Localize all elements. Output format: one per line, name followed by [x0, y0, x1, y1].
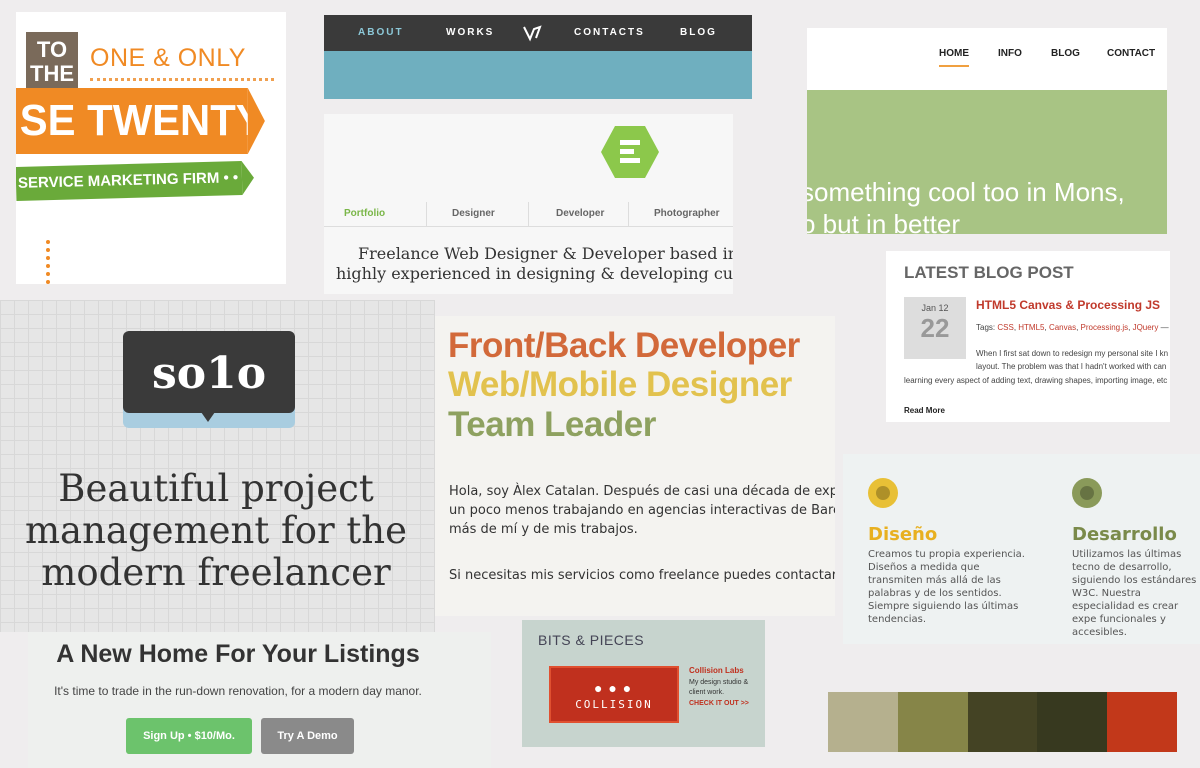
development-circle-icon [1072, 478, 1102, 508]
hero-headline: Beautiful project management for the mod… [6, 468, 426, 594]
excerpt-line-1: When I first sat down to redesign my per… [976, 349, 1169, 358]
bio-paragraph: Hola, soy Àlex Catalan. Después de casi … [449, 482, 835, 539]
nav-works[interactable]: WORKS [446, 27, 494, 38]
one-and-only-text: ONE & ONLY [90, 44, 246, 72]
section-heading: LATEST BLOG POST [904, 263, 1074, 282]
development-heading: Desarrollo [1072, 524, 1177, 545]
hexagon-logo-icon [601, 126, 659, 178]
bio-line-1: Hola, soy Àlex Catalan. Después de casi … [449, 484, 835, 499]
date-month: Jan 12 [921, 303, 949, 313]
active-nav-underline [939, 65, 969, 67]
listings-signup-tile: A New Home For Your Listings It's time t… [28, 632, 491, 768]
tag-link[interactable]: Canvas [1049, 323, 1076, 332]
date-badge: Jan 12 22 [904, 297, 966, 359]
dots-icon: ● ● ● [594, 680, 633, 696]
portfolio-tabs-tile: Portfolio Designer Developer Photographe… [324, 114, 733, 294]
development-text: Utilizamos las últimas tecno de desarrol… [1072, 549, 1197, 638]
solo-logo: so1o [151, 348, 267, 399]
listings-heading: A New Home For Your Listings [56, 640, 420, 668]
excerpt-line-2: layout. The problem was that I hadn't wo… [976, 362, 1167, 371]
tag-link[interactable]: HTML5 [1018, 323, 1044, 332]
developer-profile-tile: Front/Back Developer Web/Mobile Designer… [435, 316, 835, 616]
latest-blog-post-tile: LATEST BLOG POST Jan 12 22 HTML5 Canvas … [886, 251, 1170, 422]
collision-banner[interactable]: ● ● ● COLLISION [549, 666, 679, 723]
hero-text: something cool too in Mons, o but in bet… [807, 176, 1125, 234]
white-nav-bar: HOME INFO BLOG CONTACT [807, 28, 1167, 90]
service-marketing-ribbon: SERVICE MARKETING FIRM • • • [16, 161, 248, 201]
bio-line-2: un poco menos trabajando en agencias int… [449, 503, 835, 518]
palette-swatch [828, 692, 898, 752]
services-tile: Diseño Creamos tu propia experiencia. Di… [843, 454, 1200, 644]
card-description: My design studio & client work. [689, 679, 749, 696]
hero-line-2: o but in better [807, 209, 960, 234]
headline-line-1: Beautiful project [58, 467, 374, 510]
excerpt-line-3: learning every aspect of adding text, dr… [904, 376, 1168, 385]
tab-developer[interactable]: Developer [556, 208, 604, 219]
contact-text: Si necesitas mis servicios como freelanc… [449, 568, 835, 583]
intro-line-2: highly experienced in designing & develo… [336, 264, 733, 283]
top-nav-bar: ABOUT WORKS CONTACTS BLOG [324, 15, 752, 51]
tab-photographer[interactable]: Photographer [654, 208, 720, 219]
signup-button[interactable]: Sign Up • $10/Mo. [126, 718, 252, 754]
card-title: Collision Labs [689, 666, 744, 675]
twenty-one-banner: SE TWENTY ONE [16, 88, 286, 154]
tab-designer[interactable]: Designer [452, 208, 495, 219]
tab-separator [426, 202, 427, 226]
solo-hero-tile: so1o Beautiful project management for th… [0, 300, 435, 632]
nav-contacts[interactable]: CONTACTS [574, 27, 645, 38]
vertical-dots [46, 240, 54, 284]
monogram-logo-icon[interactable] [522, 24, 542, 42]
dark-nav-tile: ABOUT WORKS CONTACTS BLOG [324, 15, 752, 99]
palette-swatch [1107, 692, 1177, 752]
bio-line-3: más de mí y de mis trabajos. [449, 522, 638, 537]
hero-line-1: something cool too in Mons, [807, 177, 1125, 207]
design-circle-icon [868, 478, 898, 508]
design-text: Creamos tu propia experiencia. Diseños a… [868, 549, 1025, 625]
bits-heading: BITS & PIECES [538, 632, 645, 648]
bits-and-pieces-tile: BITS & PIECES ● ● ● COLLISION Collision … [522, 620, 765, 747]
role-line-2: Web/Mobile Designer [448, 365, 792, 404]
palette-swatch [967, 692, 1038, 752]
nav-info[interactable]: INFO [998, 48, 1022, 59]
listings-subtext: It's time to trade in the run-down renov… [54, 684, 422, 698]
headline-line-2: management for the [24, 509, 408, 552]
color-palette [828, 692, 1177, 752]
contact-paragraph: Si necesitas mis servicios como freelanc… [449, 568, 835, 583]
tab-portfolio[interactable]: Portfolio [344, 208, 385, 219]
intro-line-1: Freelance Web Designer & Developer based… [358, 244, 733, 263]
date-day: 22 [920, 313, 950, 343]
tab-separator [628, 202, 629, 226]
headline-line-3: modern freelancer [41, 551, 391, 594]
try-demo-button[interactable]: Try A Demo [261, 718, 354, 754]
nav-about[interactable]: ABOUT [358, 27, 404, 38]
dotted-divider [90, 78, 274, 81]
nav-blog[interactable]: BLOG [680, 27, 717, 38]
tags-label: Tags: [976, 323, 996, 332]
post-excerpt: When I first sat down to redesign my per… [976, 347, 1169, 373]
nav-contact[interactable]: CONTACT [1107, 48, 1155, 59]
tag-link[interactable]: Processing.js [1081, 323, 1129, 332]
portfolio-tabs: Portfolio Designer Developer Photographe… [324, 202, 733, 227]
palette-swatch [1037, 692, 1108, 752]
palette-swatch [897, 692, 968, 752]
nav-blog[interactable]: BLOG [1051, 48, 1080, 59]
post-title-link[interactable]: HTML5 Canvas & Processing JS [976, 298, 1160, 312]
role-line-1: Front/Back Developer [448, 326, 800, 365]
nav-home[interactable]: HOME [939, 48, 969, 59]
twenty-one-branding-tile: TO THE ONE & ONLY SE TWENTY ONE SERVICE … [16, 12, 286, 284]
intro-text: Freelance Web Designer & Developer based… [336, 244, 733, 284]
tag-link[interactable]: CSS [997, 323, 1013, 332]
tag-link[interactable]: JQuery [1133, 323, 1159, 332]
collision-label: COLLISION [575, 698, 653, 711]
green-hero-tile: HOME INFO BLOG CONTACT something cool to… [807, 28, 1167, 234]
post-tags: Tags: CSS, HTML5, Canvas, Processing.js,… [976, 323, 1169, 332]
design-heading: Diseño [868, 524, 938, 545]
check-it-out-link[interactable]: CHECK IT OUT >> [689, 700, 749, 707]
speech-arrow [201, 412, 215, 422]
to-the-badge: TO THE [26, 32, 78, 100]
read-more-link[interactable]: Read More [904, 406, 945, 415]
role-line-3: Team Leader [448, 405, 656, 444]
tab-separator [528, 202, 529, 226]
